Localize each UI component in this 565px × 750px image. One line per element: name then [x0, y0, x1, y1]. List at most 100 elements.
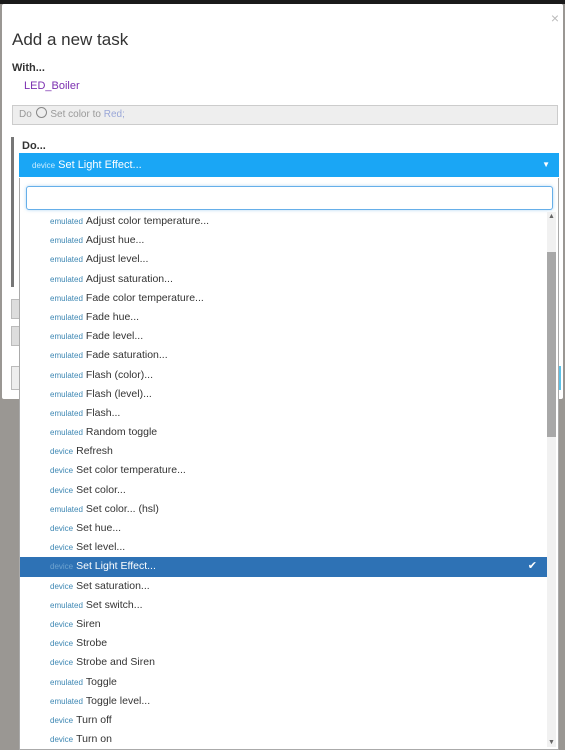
option-item[interactable]: device Set saturation... — [20, 577, 547, 596]
option-label: Random toggle — [85, 426, 158, 439]
option-kind: emulated — [50, 255, 83, 265]
option-kind: emulated — [50, 312, 83, 322]
option-label: Strobe — [76, 637, 108, 650]
action-dropdown: emulated Adjust color temperature... emula… — [19, 178, 559, 750]
option-kind: device — [50, 658, 74, 668]
option-kind: emulated — [50, 293, 83, 303]
option-kind: device — [50, 735, 74, 745]
with-label: With... — [12, 62, 45, 74]
option-label: Set switch... — [85, 598, 143, 611]
option-item[interactable]: device Set hue... — [20, 519, 547, 538]
option-item[interactable]: device Strobe — [20, 634, 547, 653]
option-kind: emulated — [50, 236, 83, 246]
option-item[interactable]: emulated Flash (level)... — [20, 385, 547, 404]
option-label: Set color... (hsl) — [85, 502, 159, 515]
option-label: Toggle — [85, 675, 117, 688]
option-kind: emulated — [50, 504, 83, 514]
option-item[interactable]: device Set color... — [20, 481, 547, 500]
option-kind: emulated — [50, 332, 83, 342]
close-icon[interactable]: × — [551, 10, 559, 26]
option-item[interactable]: device Strobe and Siren — [20, 653, 547, 672]
option-item[interactable]: emulated Fade hue... — [20, 308, 547, 327]
scroll-down-icon[interactable]: ▼ — [547, 738, 556, 747]
option-kind: device — [50, 715, 74, 725]
option-kind: emulated — [50, 408, 83, 418]
option-item[interactable]: emulated Flash (color)... — [20, 366, 547, 385]
option-label: Fade saturation... — [85, 349, 168, 362]
do-label: Do... — [22, 140, 46, 152]
option-label: Set saturation... — [76, 579, 150, 592]
device-name[interactable]: LED_Boiler — [24, 80, 80, 92]
option-item[interactable]: device Siren — [20, 615, 547, 634]
option-label: Flash (color)... — [85, 368, 154, 381]
option-kind: device — [50, 447, 74, 457]
condition-summary: Do Set color to Red; — [12, 105, 558, 125]
option-label: Adjust color temperature... — [85, 215, 210, 227]
option-kind: device — [50, 619, 74, 629]
option-label: Flash... — [85, 406, 121, 419]
option-item[interactable]: emulated Set switch... — [20, 596, 547, 615]
option-item[interactable]: device Turn on — [20, 730, 547, 749]
option-kind: emulated — [50, 600, 83, 610]
scrollbar-thumb[interactable] — [547, 252, 556, 437]
option-label: Siren — [76, 617, 101, 630]
action-select[interactable]: device Set Light Effect... ▼ — [19, 153, 559, 177]
scroll-up-icon[interactable]: ▲ — [547, 212, 556, 221]
option-item[interactable]: emulated Fade level... — [20, 327, 547, 346]
option-label: Adjust level... — [85, 253, 149, 266]
option-label: Fade level... — [85, 330, 144, 343]
option-item[interactable]: emulated Flash... — [20, 404, 547, 423]
option-item[interactable]: emulated Toggle — [20, 673, 547, 692]
option-label: Set Light Effect... — [76, 560, 156, 573]
option-kind: emulated — [50, 217, 83, 226]
option-label: Fade color temperature... — [85, 291, 204, 304]
search-input[interactable] — [26, 186, 553, 210]
options-list: emulated Adjust color temperature... emula… — [20, 212, 547, 749]
option-label: Fade hue... — [85, 310, 140, 323]
option-item[interactable]: emulated Random toggle — [20, 423, 547, 442]
option-item[interactable]: emulated Set color... (hsl) — [20, 500, 547, 519]
option-label: Strobe and Siren — [76, 656, 155, 669]
option-item[interactable]: emulated Fade color temperature... — [20, 289, 547, 308]
option-kind: device — [50, 562, 74, 572]
chevron-down-icon: ▼ — [542, 160, 550, 169]
option-kind: emulated — [50, 677, 83, 687]
option-item[interactable]: emulated Fade saturation... — [20, 346, 547, 365]
condition-text: Set color to — [50, 109, 104, 120]
action-label: Set Light Effect... — [58, 159, 142, 171]
option-item[interactable]: device Set Light Effect... ✔ — [20, 557, 547, 577]
option-item[interactable]: device Set level... — [20, 538, 547, 557]
option-kind: emulated — [50, 351, 83, 361]
option-label: Adjust saturation... — [85, 272, 173, 285]
option-label: Refresh — [76, 445, 113, 458]
option-item[interactable]: emulated Adjust level... — [20, 250, 547, 269]
option-label: Flash (level)... — [85, 387, 152, 400]
option-label: Set color temperature... — [76, 464, 186, 477]
option-item[interactable]: emulated Adjust saturation... — [20, 270, 547, 289]
option-kind: emulated — [50, 370, 83, 380]
option-item[interactable]: device Turn off — [20, 711, 547, 730]
option-item[interactable]: device Set color temperature... — [20, 461, 547, 480]
modal-title: Add a new task — [12, 30, 129, 49]
option-kind: device — [50, 485, 74, 495]
option-kind: device — [50, 466, 74, 476]
option-kind: device — [50, 639, 74, 649]
condition-value: Red; — [103, 109, 125, 120]
option-kind: emulated — [50, 696, 83, 706]
option-kind: device — [50, 543, 74, 553]
option-kind: emulated — [50, 274, 83, 284]
option-item[interactable]: emulated Adjust color temperature... — [20, 212, 547, 231]
option-item[interactable]: emulated Toggle level... — [20, 692, 547, 711]
condition-prefix: Do — [19, 109, 32, 120]
option-item[interactable]: emulated Adjust hue... — [20, 231, 547, 250]
check-icon: ✔ — [527, 560, 537, 573]
option-item[interactable]: device Refresh — [20, 442, 547, 461]
option-label: Turn off — [76, 713, 112, 726]
palette-icon — [35, 107, 47, 118]
option-label: Adjust hue... — [85, 234, 145, 247]
action-kind: device — [32, 161, 56, 170]
option-label: Set color... — [76, 483, 126, 496]
option-label: Toggle level... — [85, 694, 151, 707]
option-kind: device — [50, 524, 74, 533]
option-kind: emulated — [50, 428, 83, 438]
